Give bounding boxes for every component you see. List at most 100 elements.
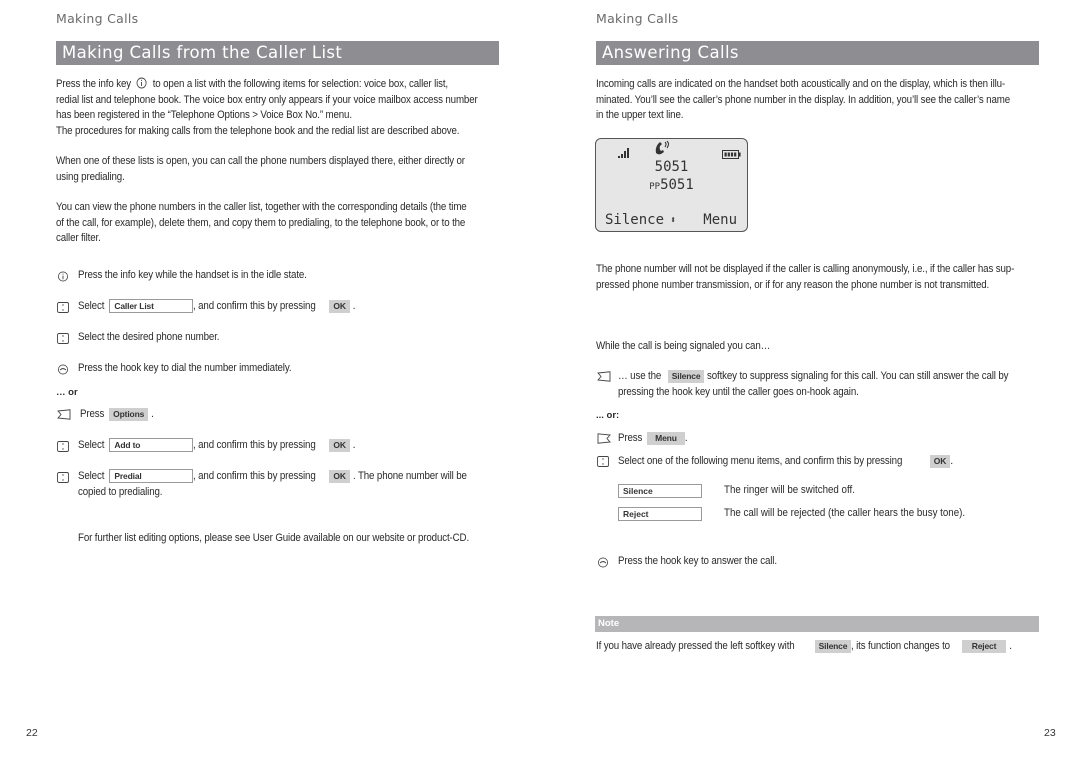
menu-option-row: Silence The ringer will be switched off. — [618, 484, 855, 498]
menu-field-caller-list: Caller List — [109, 299, 194, 314]
step-item: Press Menu. — [618, 431, 688, 447]
paragraph-text: pressed phone number transmission, or if… — [596, 278, 990, 291]
note-text-part: If you have already pressed the left sof… — [596, 640, 795, 652]
battery-icon — [722, 144, 741, 159]
nav-key-icon — [57, 472, 69, 483]
step-item: Select Predial, and confirm this by pres… — [78, 469, 476, 485]
nav-key-icon — [57, 302, 69, 313]
step-text: . — [352, 439, 356, 451]
options-softkey: Options — [109, 407, 149, 421]
step-text: Select one of the following menu items, … — [618, 455, 903, 467]
step-text: Press — [618, 432, 643, 444]
step-item: Press the hook key to answer the call. — [618, 554, 791, 570]
menu-option-row: Reject The call will be rejected (the ca… — [618, 507, 965, 521]
step-item: Select one of the following menu items, … — [618, 454, 953, 470]
paragraph-text: You can view the phone numbers in the ca… — [56, 201, 467, 213]
menu-softkey: Menu — [647, 431, 685, 445]
step-text: . — [352, 300, 356, 312]
intro-text: minated. You’ll see the caller’s phone n… — [596, 93, 1010, 106]
left-softkey-icon — [57, 409, 71, 420]
ringing-handset-icon — [654, 140, 672, 155]
step-text: . — [950, 455, 953, 467]
note-header: Note — [595, 616, 1039, 632]
page-number: 22 — [26, 727, 38, 739]
section-title: Making Calls from the Caller List — [56, 41, 499, 65]
step-text: Press the hook key to dial the number im… — [78, 362, 292, 374]
anonymous-paragraph: The phone number will not be displayed i… — [596, 262, 1014, 293]
running-head: Making Calls — [56, 11, 139, 26]
step-text: , and confirm this by pressing — [193, 470, 316, 482]
ok-key: OK — [329, 299, 350, 313]
menu-field-predial: Predial — [109, 469, 194, 484]
step-text: . The phone number will be — [352, 470, 467, 482]
caller-name: PP5051 — [596, 177, 747, 193]
step-item: Select Add to, and confirm this by press… — [78, 438, 356, 454]
step-text: Press the hook key to answer the call. — [618, 555, 777, 567]
step-text: Select — [78, 300, 105, 312]
right-page: Making Calls Answering Calls Incoming ca… — [540, 0, 1080, 765]
note-text-part: . — [1009, 640, 1012, 652]
caller-name-number: 5051 — [660, 177, 694, 193]
intro-text: to open a list with the following items … — [152, 78, 449, 90]
menu-field-reject: Reject — [618, 507, 702, 521]
step-item: … use the Silence softkey to suppress si… — [618, 369, 1035, 385]
right-softkey-icon — [597, 433, 611, 444]
step-item: Press the info key while the handset is … — [78, 268, 327, 284]
nav-indicator-icon: ⬍ — [670, 215, 677, 226]
intro-text: in the upper text line. — [596, 109, 684, 121]
or-label: … or — [56, 387, 78, 398]
predialing-paragraph: When one of these lists is open, you can… — [56, 154, 465, 185]
reject-softkey: Reject — [961, 639, 1007, 653]
step-item: Select Caller List, and confirm this by … — [78, 299, 356, 315]
step-text: Select — [78, 470, 105, 482]
step-text: Press the info key while the handset is … — [78, 269, 307, 281]
intro-text: has been registered in the “Telephone Op… — [56, 109, 352, 121]
step-item: Press Options . — [80, 407, 154, 423]
nav-key-icon — [57, 333, 69, 344]
paragraph-text: using predialing. — [56, 170, 125, 183]
nav-key-icon — [57, 441, 69, 452]
option-description: The call will be rejected (the caller he… — [724, 507, 966, 519]
left-softkey-icon — [597, 371, 611, 382]
ok-key: OK — [929, 454, 951, 468]
ok-key: OK — [329, 438, 350, 452]
step-item: Press the hook key to dial the number im… — [78, 361, 310, 377]
step-text: Select the desired phone number. — [78, 331, 220, 343]
step-item: Select the desired phone number. — [78, 330, 232, 346]
intro-paragraph: Incoming calls are indicated on the hand… — [596, 77, 1010, 124]
silence-softkey: Silence — [667, 369, 705, 383]
caller-list-paragraph: You can view the phone numbers in the ca… — [56, 200, 467, 247]
caller-number: 5051 — [654, 159, 689, 175]
nav-key-icon — [597, 456, 609, 467]
section-title: Answering Calls — [596, 41, 1039, 65]
step-text: softkey to suppress signaling for this c… — [707, 370, 1009, 382]
note-text-part: , its function changes to — [851, 640, 951, 652]
hook-key-icon — [597, 557, 609, 568]
step-text: , and confirm this by pressing — [193, 300, 316, 312]
intro-paragraph: Press the info key to open a list with t… — [56, 77, 478, 139]
step-text: copied to predialing. — [78, 486, 163, 498]
left-softkey-label: Silence — [605, 212, 665, 228]
intro-text: The procedures for making calls from the… — [56, 124, 460, 137]
step-text: … use the — [618, 370, 662, 382]
hook-key-icon — [57, 364, 69, 375]
step-text: Press — [80, 408, 105, 420]
paragraph-text: caller filter. — [56, 232, 101, 244]
signal-strength-icon — [617, 143, 631, 158]
while-signaled-text: While the call is being signaled you can… — [596, 340, 771, 352]
ok-key: OK — [329, 469, 350, 483]
intro-text: Press the info key — [56, 78, 131, 90]
caller-name-prefix: PP — [649, 182, 661, 192]
silence-softkey: Silence — [814, 639, 852, 653]
step-text: , and confirm this by pressing — [193, 439, 316, 451]
page-number: 23 — [1044, 727, 1056, 739]
menu-field-add-to: Add to — [109, 438, 194, 453]
step-continuation: copied to predialing. — [78, 485, 170, 501]
info-key-icon — [136, 77, 147, 89]
paragraph-text: of the call, for example), delete them, … — [56, 216, 466, 229]
step-text: . — [684, 432, 688, 444]
intro-text: redial list and telephone book. The voic… — [56, 93, 478, 106]
info-key-icon — [57, 271, 69, 282]
paragraph-text: When one of these lists is open, you can… — [56, 155, 465, 167]
intro-text: Incoming calls are indicated on the hand… — [596, 78, 1006, 90]
